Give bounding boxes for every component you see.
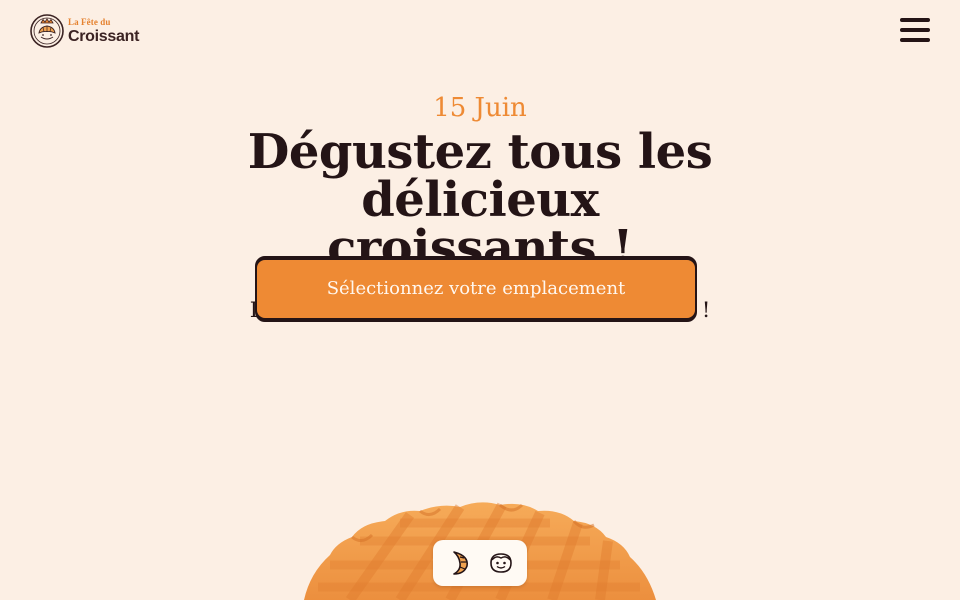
logo-name: Croissant	[68, 27, 140, 45]
hero-title: Dégustez tous les délicieux croissants !	[247, 124, 713, 276]
logo-wordmark: La Fête du Croissant	[68, 16, 140, 45]
menu-bar	[900, 38, 930, 42]
select-location-label: Sélectionnez votre emplacement	[257, 260, 695, 318]
view-toggle	[433, 540, 527, 586]
menu-bar	[900, 18, 930, 22]
crowned-croissant-emblem-icon	[30, 14, 64, 48]
select-location-button[interactable]: Sélectionnez votre emplacement	[255, 256, 697, 322]
logo-tagline: La Fête du	[68, 16, 111, 27]
croissant-icon[interactable]	[442, 545, 478, 581]
hamburger-menu-icon[interactable]	[900, 18, 930, 44]
menu-bar	[900, 28, 930, 32]
site-header: La Fête du Croissant	[0, 0, 960, 64]
event-date: 15 Juin	[433, 93, 527, 123]
site-logo[interactable]: La Fête du Croissant	[30, 14, 139, 48]
smiling-face-icon[interactable]	[483, 545, 519, 581]
